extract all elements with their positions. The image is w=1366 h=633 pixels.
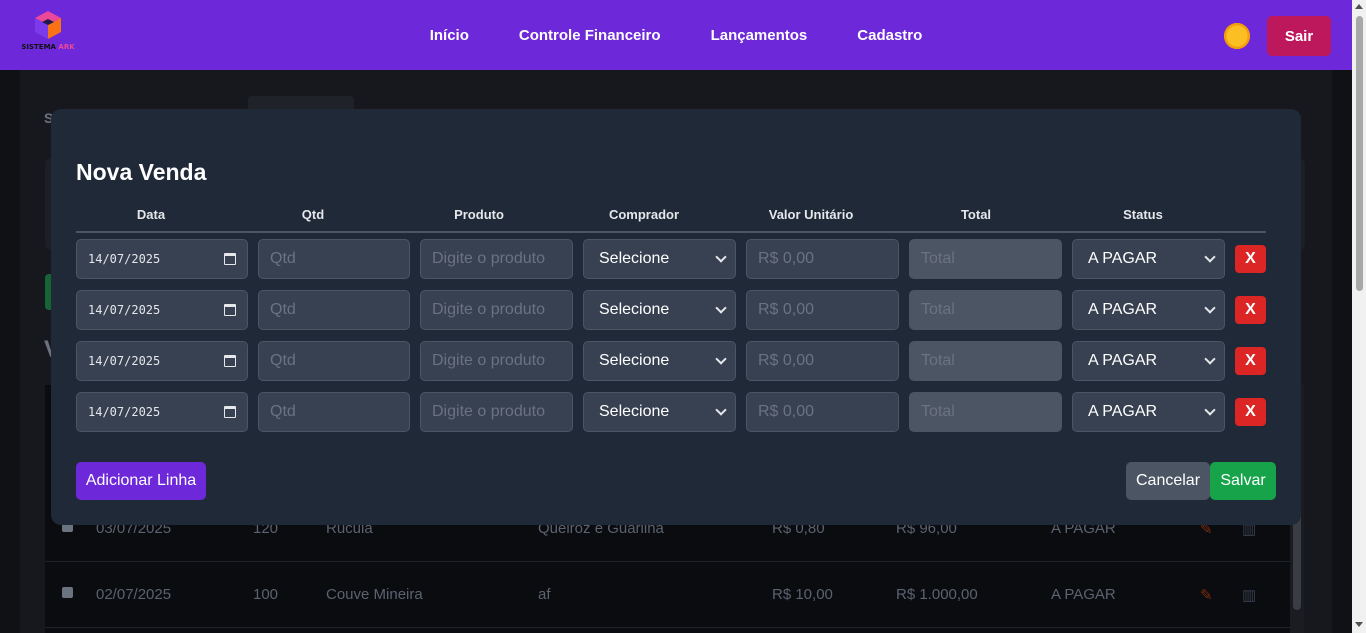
column-header-total: Total bbox=[960, 207, 992, 222]
date-input[interactable]: 14/07/2025 bbox=[76, 341, 248, 381]
total-field: Total bbox=[909, 239, 1062, 279]
calendar-icon[interactable] bbox=[224, 253, 236, 265]
date-input[interactable]: 14/07/2025 bbox=[76, 392, 248, 432]
chevron-down-icon bbox=[715, 404, 727, 416]
row-produto: Couve Mineira bbox=[326, 586, 423, 603]
page-scrollbar[interactable] bbox=[1352, 0, 1366, 633]
column-header-data: Data bbox=[136, 207, 166, 222]
status-select[interactable]: A PAGAR bbox=[1072, 239, 1225, 279]
chevron-down-icon bbox=[1204, 353, 1216, 365]
chevron-down-icon bbox=[715, 251, 727, 263]
qtd-input[interactable]: Qtd bbox=[258, 290, 410, 330]
column-header-valor-unitario: Valor Unitário bbox=[768, 207, 854, 222]
comprador-select[interactable]: Selecione bbox=[583, 341, 736, 381]
nav-link-controle-financeiro[interactable]: Controle Financeiro bbox=[494, 27, 686, 44]
save-button[interactable]: Salvar bbox=[1210, 462, 1276, 500]
chevron-down-icon bbox=[715, 302, 727, 314]
produto-input[interactable]: Digite o produto bbox=[420, 290, 573, 330]
chevron-down-icon bbox=[1204, 302, 1216, 314]
calendar-icon[interactable] bbox=[224, 355, 236, 367]
remove-row-button[interactable]: X bbox=[1235, 296, 1266, 324]
chevron-down-icon bbox=[1204, 251, 1216, 263]
calendar-icon[interactable] bbox=[224, 406, 236, 418]
nav-link-lancamentos[interactable]: Lançamentos bbox=[686, 27, 833, 44]
new-sale-modal: Nova Venda Data Qtd Produto Comprador Va… bbox=[51, 109, 1301, 525]
comprador-select[interactable]: Selecione bbox=[583, 290, 736, 330]
total-field: Total bbox=[909, 392, 1062, 432]
status-select[interactable]: A PAGAR bbox=[1072, 290, 1225, 330]
qtd-input[interactable]: Qtd bbox=[258, 341, 410, 381]
chevron-down-icon bbox=[715, 353, 727, 365]
valor-unitario-input[interactable]: R$ 0,00 bbox=[746, 392, 899, 432]
cancel-button[interactable]: Cancelar bbox=[1126, 462, 1210, 500]
scroll-down-arrow-icon[interactable] bbox=[1355, 622, 1363, 627]
column-header-comprador: Comprador bbox=[608, 207, 680, 222]
row-status: A PAGAR bbox=[1051, 586, 1116, 603]
modal-title: Nova Venda bbox=[76, 159, 207, 185]
trash-icon[interactable]: ▥ bbox=[1242, 586, 1256, 604]
status-select[interactable]: A PAGAR bbox=[1072, 341, 1225, 381]
chevron-down-icon bbox=[1204, 404, 1216, 416]
comprador-select[interactable]: Selecione bbox=[583, 392, 736, 432]
column-header-qtd: Qtd bbox=[301, 207, 325, 222]
row-total: R$ 1.000,00 bbox=[896, 586, 978, 603]
column-header-produto: Produto bbox=[454, 207, 504, 222]
nav-links: Início Controle Financeiro Lançamentos C… bbox=[0, 0, 1352, 70]
column-header-status: Status bbox=[1123, 207, 1163, 222]
calendar-icon[interactable] bbox=[224, 304, 236, 316]
remove-row-button[interactable]: X bbox=[1235, 347, 1266, 375]
remove-row-button[interactable]: X bbox=[1235, 398, 1266, 426]
row-comprador: af bbox=[538, 586, 551, 603]
page-scroll-thumb[interactable] bbox=[1356, 16, 1363, 291]
remove-row-button[interactable]: X bbox=[1235, 245, 1266, 273]
date-input[interactable]: 14/07/2025 bbox=[76, 290, 248, 330]
valor-unitario-input[interactable]: R$ 0,00 bbox=[746, 341, 899, 381]
logout-button[interactable]: Sair bbox=[1267, 16, 1331, 56]
produto-input[interactable]: Digite o produto bbox=[420, 341, 573, 381]
total-field: Total bbox=[909, 290, 1062, 330]
table-row[interactable]: 02/07/2025 100 Couve Mineira af R$ 10,00… bbox=[45, 562, 1290, 628]
valor-unitario-input[interactable]: R$ 0,00 bbox=[746, 290, 899, 330]
scroll-up-arrow-icon[interactable] bbox=[1355, 4, 1363, 9]
total-field: Total bbox=[909, 341, 1062, 381]
row-checkbox[interactable] bbox=[62, 587, 73, 598]
row-qtd: 100 bbox=[253, 586, 279, 603]
valor-unitario-input[interactable]: R$ 0,00 bbox=[746, 239, 899, 279]
produto-input[interactable]: Digite o produto bbox=[420, 392, 573, 432]
comprador-select[interactable]: Selecione bbox=[583, 239, 736, 279]
row-date: 02/07/2025 bbox=[96, 586, 172, 603]
nav-link-inicio[interactable]: Início bbox=[405, 27, 494, 44]
sun-icon[interactable] bbox=[1224, 23, 1250, 49]
nav-link-cadastro[interactable]: Cadastro bbox=[832, 27, 947, 44]
produto-input[interactable]: Digite o produto bbox=[420, 239, 573, 279]
edit-pencil-icon[interactable]: ✎ bbox=[1200, 586, 1213, 604]
header-divider bbox=[76, 231, 1266, 233]
add-row-button[interactable]: Adicionar Linha bbox=[76, 462, 206, 500]
status-select[interactable]: A PAGAR bbox=[1072, 392, 1225, 432]
qtd-input[interactable]: Qtd bbox=[258, 239, 410, 279]
qtd-input[interactable]: Qtd bbox=[258, 392, 410, 432]
date-input[interactable]: 14/07/2025 bbox=[76, 239, 248, 279]
top-navbar: SISTEMA ARK Início Controle Financeiro L… bbox=[0, 0, 1352, 70]
row-valor: R$ 10,00 bbox=[772, 586, 833, 603]
